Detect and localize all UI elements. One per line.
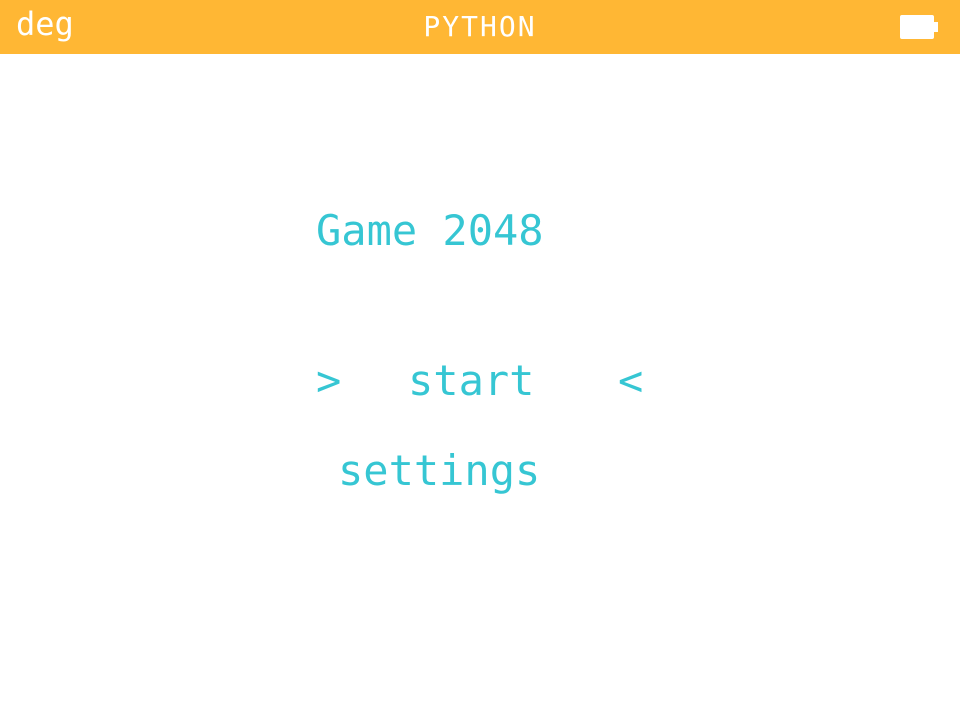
- game-title: Game 2048: [316, 206, 544, 255]
- battery-full-icon: [900, 15, 938, 39]
- selection-marker-right: <: [618, 356, 644, 405]
- battery-tip: [934, 22, 938, 32]
- menu-item-settings[interactable]: settings: [338, 444, 540, 498]
- battery-level-fill: [903, 18, 931, 36]
- selection-marker-left: >: [316, 356, 342, 405]
- menu-item-start[interactable]: start: [408, 354, 534, 408]
- calculator-screen: deg PYTHON Game 2048 > start < settings: [0, 0, 960, 720]
- status-bar: deg PYTHON: [0, 0, 960, 54]
- app-title: PYTHON: [423, 10, 537, 43]
